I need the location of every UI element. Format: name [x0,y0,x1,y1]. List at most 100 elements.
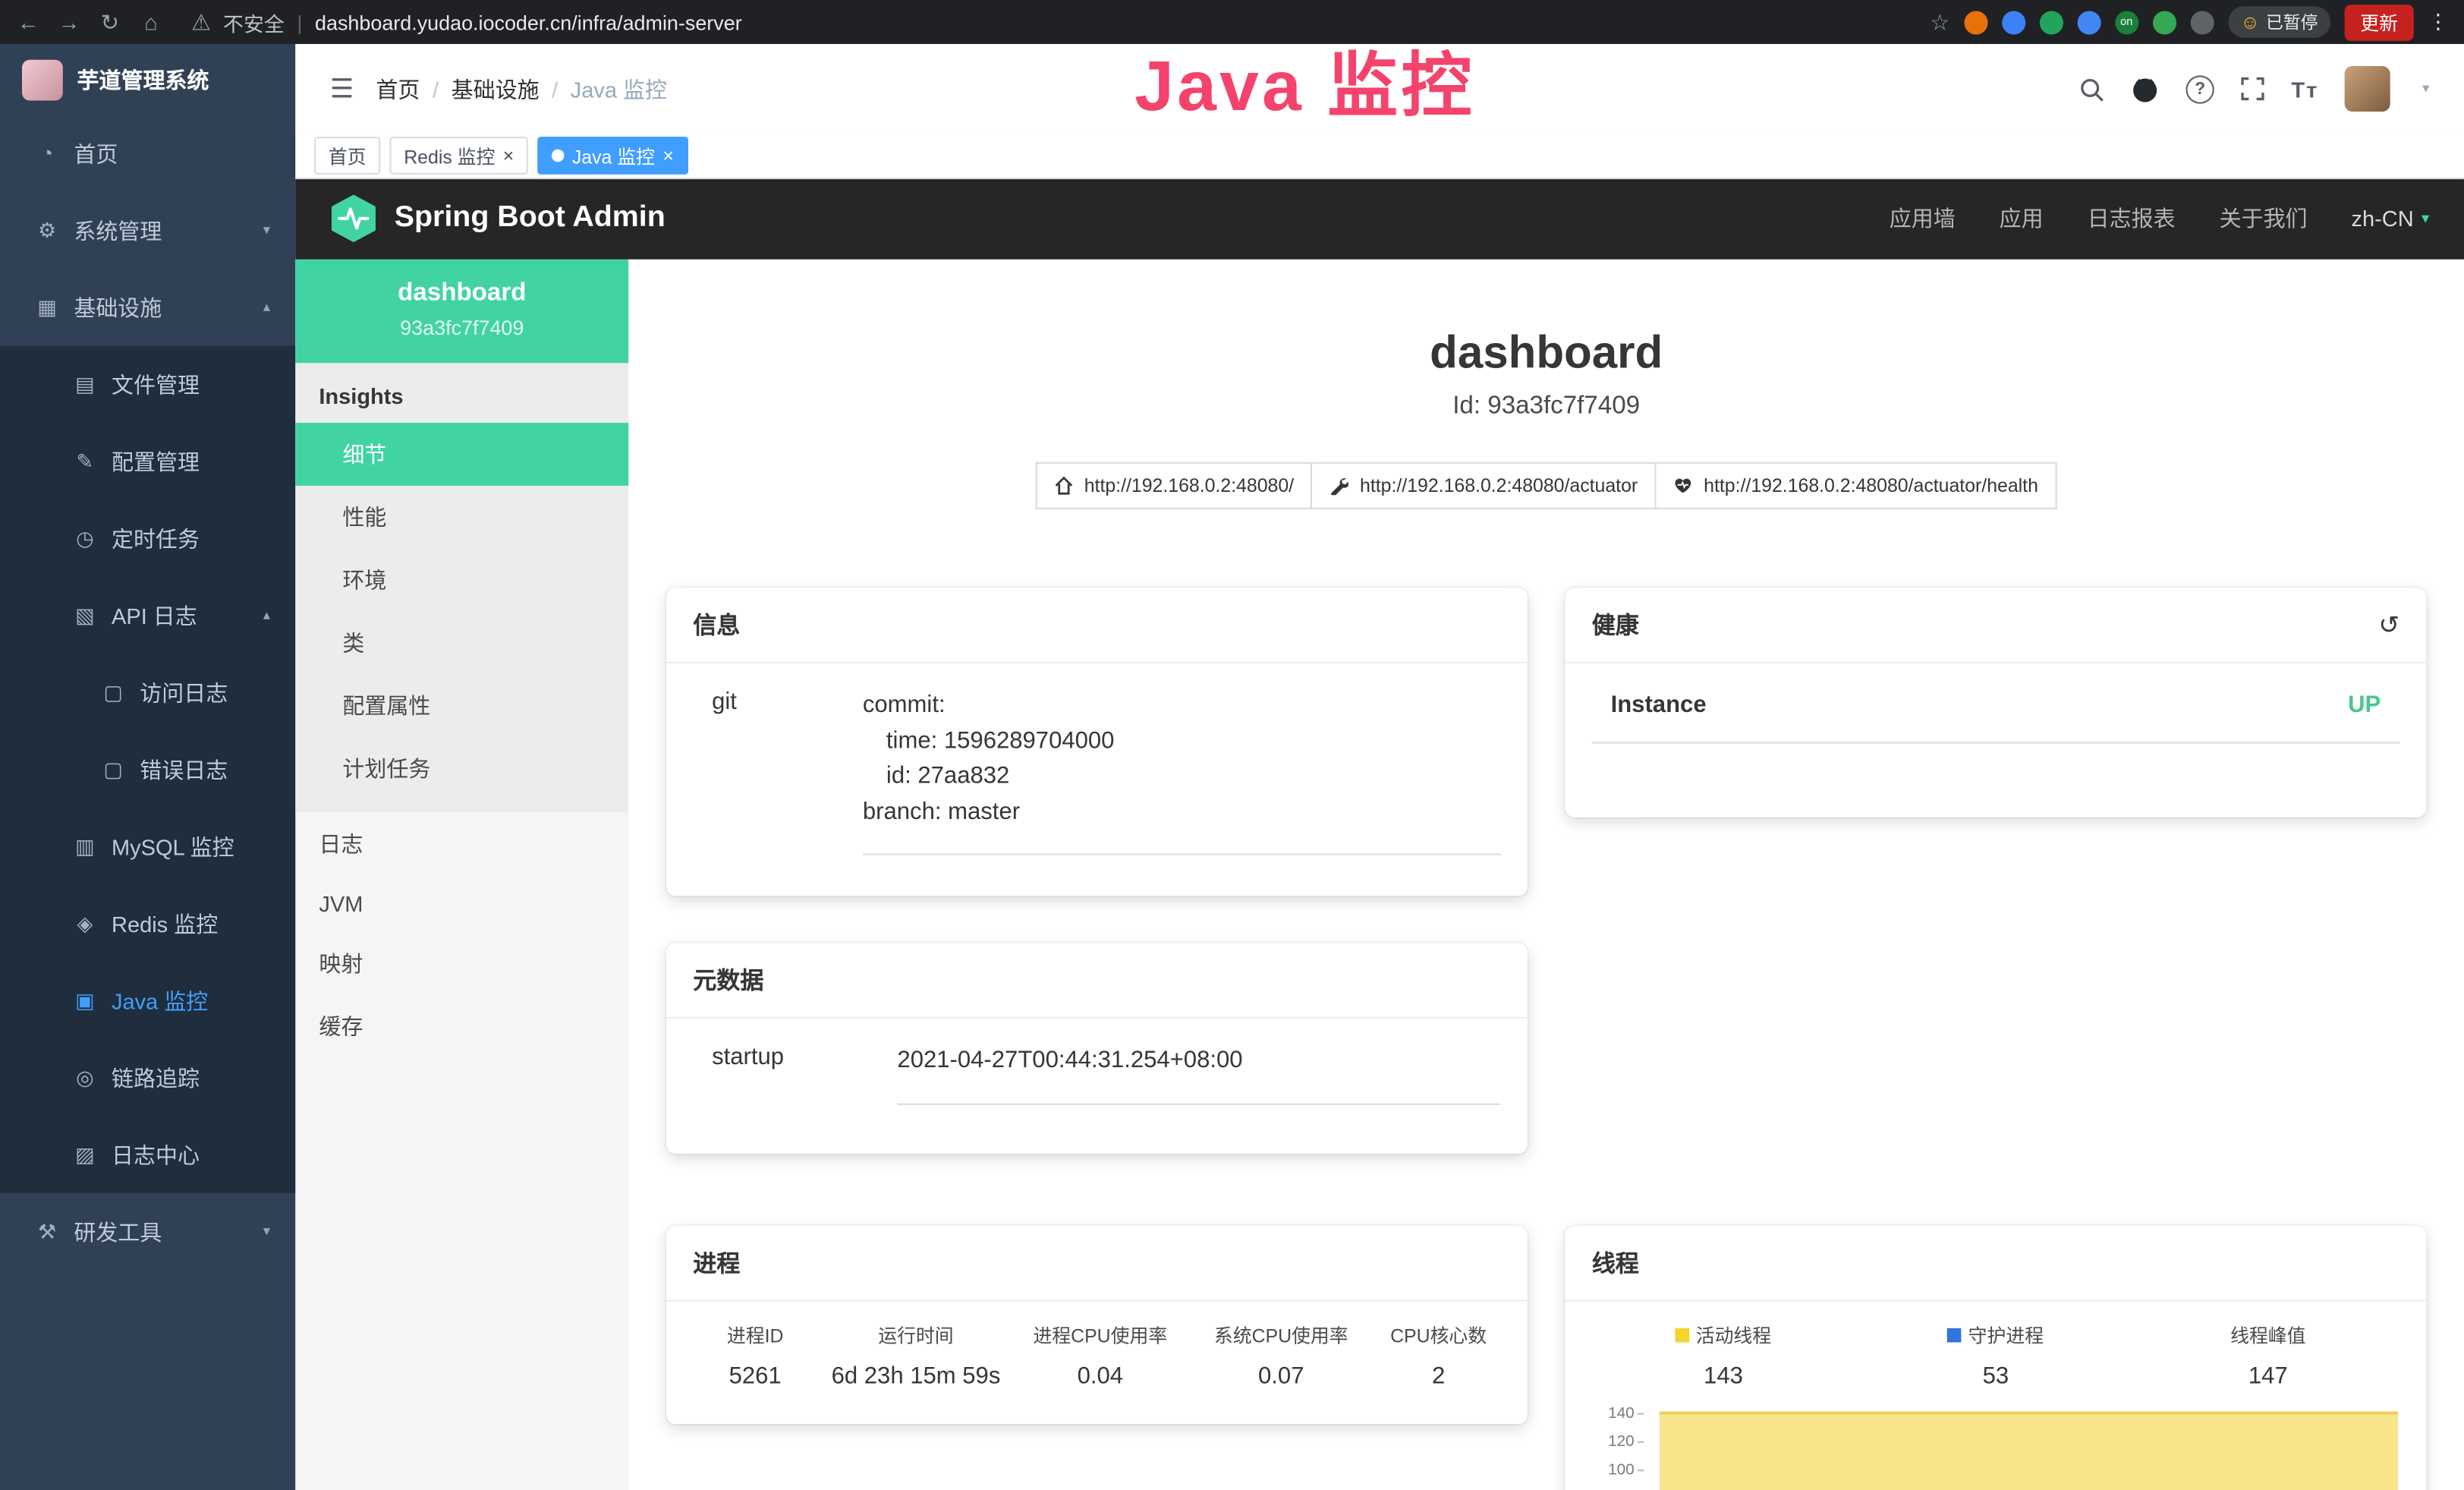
sidebar-item-config-management[interactable]: ✎ 配置管理 [0,423,295,499]
sidebar-item-log-center[interactable]: ▨ 日志中心 [0,1116,295,1192]
instance-header[interactable]: dashboard 93a3fc7f7409 [295,260,628,364]
avatar[interactable] [2346,66,2391,112]
sidebar-item-environment[interactable]: 环境 [295,549,628,612]
health-url-link[interactable]: http://192.168.0.2:48080/actuator/health [1657,462,2057,509]
bookmark-star-icon[interactable]: ☆ [1930,8,1949,35]
sidebar-item-java-monitor[interactable]: ▣ Java 监控 [0,962,295,1038]
sidebar-item-config-props[interactable]: 配置属性 [295,674,628,737]
sidebar-item-jvm[interactable]: JVM [295,875,628,932]
browser-menu-icon[interactable]: ⋮ [2428,9,2448,34]
sidebar-item-label: 研发工具 [74,1216,162,1247]
health-card: 健康 ↺ Instance UP [1566,587,2427,817]
screen: ← → ↻ ⌂ ⚠ 不安全 | dashboard.yudao.iocoder.… [0,0,2464,1490]
info-card-title: 信息 [693,608,740,641]
nav-about[interactable]: 关于我们 [2220,203,2308,234]
sidebar-item-dev-tools[interactable]: ⚒ 研发工具 ▾ [0,1193,295,1270]
sba-brand-title: Spring Boot Admin [395,201,666,236]
nav-journal[interactable]: 日志报表 [2088,203,2176,234]
service-url-link[interactable]: http://192.168.0.2:48080/ [1036,462,1313,509]
extension-icon[interactable] [2190,10,2214,33]
nav-wallboard[interactable]: 应用墙 [1890,203,1956,234]
reload-icon[interactable]: ↻ [97,8,122,35]
sidebar-item-system-management[interactable]: ⚙ 系统管理 ▾ [0,192,295,269]
sidebar-item-mappings[interactable]: 映射 [295,932,628,995]
link-url: http://192.168.0.2:48080/actuator/health [1704,474,2038,496]
sidebar-item-metrics[interactable]: 性能 [295,486,628,549]
sidebar-item-infrastructure[interactable]: ▦ 基础设施 ▴ [0,269,295,345]
close-icon[interactable]: × [662,146,674,165]
forward-icon[interactable]: → [57,9,82,34]
breadcrumb-item-infrastructure[interactable]: 基础设施 [452,73,540,104]
sidebar-item-file-management[interactable]: ▤ 文件管理 [0,346,295,423]
sba-brand[interactable]: Spring Boot Admin [330,195,666,242]
extension-icon[interactable] [2002,10,2025,33]
sidebar-item-redis-monitor[interactable]: ◈ Redis 监控 [0,885,295,962]
hamburger-icon[interactable]: ☰ [295,73,376,104]
doc-icon: ▢ [101,680,126,705]
cards-grid: 信息 git commit: time: 1596289704000 id: 2… [628,509,2464,1490]
sidebar-item-logs[interactable]: 日志 [295,813,628,876]
sidebar-item-mysql-monitor[interactable]: ▥ MySQL 监控 [0,808,295,884]
sidebar-item-caches[interactable]: 缓存 [295,995,628,1058]
left-column: 信息 git commit: time: 1596289704000 id: 2… [666,587,1528,1490]
breadcrumb-separator: / [552,76,558,101]
sidebar-item-details[interactable]: 细节 [295,423,628,486]
locale-label: zh-CN [2352,206,2414,231]
tab-redis-monitor[interactable]: Redis 监控 × [390,137,528,175]
sidebar-item-access-logs[interactable]: ▢ 访问日志 [0,654,295,730]
breadcrumb-item-home[interactable]: 首页 [376,73,420,104]
sidebar-item-scheduled-tasks[interactable]: 计划任务 [295,737,628,800]
extension-icon[interactable]: on [2115,10,2138,33]
update-button[interactable]: 更新 [2345,4,2414,40]
tab-home[interactable]: 首页 [314,137,380,175]
info-key: git [693,688,863,855]
info-row: git commit: time: 1596289704000 id: 27aa… [666,663,1528,855]
instance-id-line: Id: 93a3fc7f7409 [628,393,2464,421]
threads-card: 线程 活动线程 143 守护 [1566,1226,2427,1490]
link-url: http://192.168.0.2:48080/actuator [1360,474,1638,496]
search-icon[interactable] [2079,76,2104,101]
help-icon[interactable]: ? [2186,74,2214,102]
sidebar-item-api-logs[interactable]: ▧ API 日志 ▴ [0,577,295,654]
sidebar-item-trace[interactable]: ◎ 链路追踪 [0,1039,295,1116]
infrastructure-submenu: ▤ 文件管理 ✎ 配置管理 ◷ 定时任务 ▧ API 日志 ▴ ▢ 访问日志 ▢ [0,346,295,1193]
card-title: 健康 ↺ [1566,587,2427,663]
breadcrumb-item-current: Java 监控 [571,73,667,104]
extension-icon[interactable] [2077,10,2101,33]
sba-navbar: Spring Boot Admin 应用墙 应用 日志报表 关于我们 zh-CN… [295,178,2464,260]
sba-sidebar: dashboard 93a3fc7f7409 Insights 细节 性能 环境… [295,260,630,1490]
status-badge: UP [2348,691,2381,718]
history-icon[interactable]: ↺ [2378,609,2399,640]
chevron-up-icon: ▴ [263,298,270,316]
process-table: 进程ID 5261 运行时间 6d 23h 15m 59s 进程CPU使用率 0… [666,1302,1528,1390]
font-size-icon[interactable]: Tᴛ [2291,76,2318,101]
actuator-url-link[interactable]: http://192.168.0.2:48080/actuator [1313,462,1657,509]
github-icon[interactable] [2131,74,2159,102]
browser-home-icon[interactable]: ⌂ [138,9,163,34]
extension-icon[interactable] [2039,10,2063,33]
sidebar-item-label: 配置管理 [112,446,200,477]
tab-label: Java 监控 [572,142,655,169]
extension-icon[interactable] [2152,10,2176,33]
metadata-value: 2021-04-27T00:44:31.254+08:00 [897,1044,1500,1104]
col-value: 0.07 [1197,1362,1365,1389]
fullscreen-icon[interactable] [2241,77,2264,100]
extension-icon[interactable] [1964,10,1987,33]
locale-selector[interactable]: zh-CN ▾ [2352,206,2430,231]
back-icon[interactable]: ← [16,9,41,34]
col-header: CPU核心数 [1378,1322,1499,1349]
sidebar-item-classes[interactable]: 类 [295,612,628,675]
app-logo[interactable]: 芋道管理系统 [0,44,295,115]
sidebar-item-label: 文件管理 [112,369,200,400]
address-bar[interactable]: ⚠ 不安全 | dashboard.yudao.iocoder.cn/infra… [188,7,741,36]
sidebar-item-error-logs[interactable]: ▢ 错误日志 [0,731,295,808]
y-axis-tick: 120 [1600,1434,1644,1451]
nav-applications[interactable]: 应用 [2000,203,2044,234]
sidebar-item-scheduled-tasks[interactable]: ◷ 定时任务 [0,500,295,577]
close-icon[interactable]: × [503,146,515,165]
insights-section: Insights 细节 性能 环境 类 配置属性 计划任务 [295,363,628,812]
paused-badge[interactable]: ☺ 已暂停 [2228,6,2330,37]
sidebar-item-home[interactable]: ◔ 首页 [0,115,295,191]
tab-java-monitor[interactable]: Java 监控 × [537,137,688,175]
card-title: 进程 [666,1226,1528,1301]
